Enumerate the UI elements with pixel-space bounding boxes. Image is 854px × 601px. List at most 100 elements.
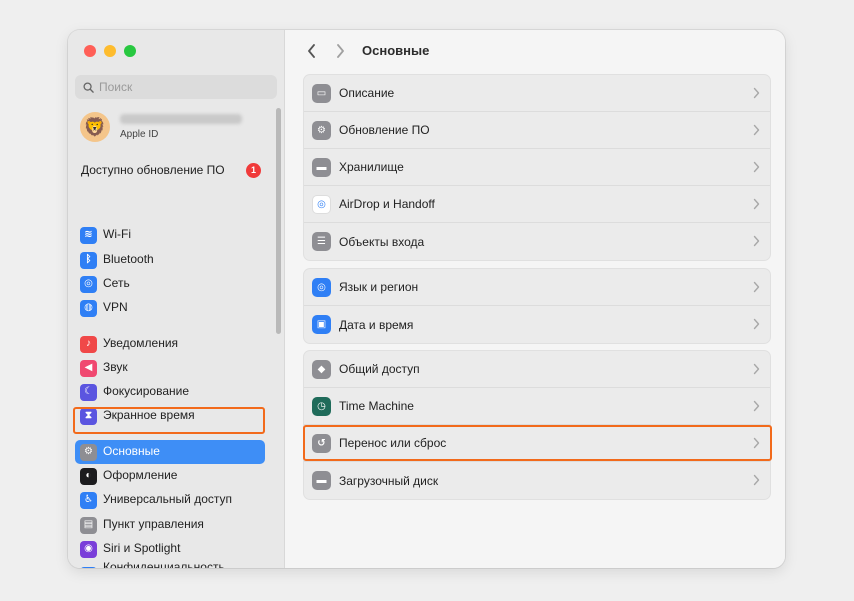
- settings-row-label: Язык и регион: [339, 280, 419, 294]
- sidebar-item-label: Фокусирование: [103, 384, 190, 399]
- close-button[interactable]: [84, 45, 96, 57]
- chevron-right-icon: [753, 281, 760, 293]
- settings-row-transfer-reset[interactable]: ↺ Перенос или сброс: [304, 425, 770, 462]
- minimize-button[interactable]: [104, 45, 116, 57]
- sidebar-item-control-center[interactable]: ▤ Пункт управления: [75, 513, 265, 537]
- settings-row-label: Time Machine: [339, 399, 414, 413]
- search-icon: [83, 81, 94, 93]
- sidebar-item-moon[interactable]: ☾ Фокусирование: [75, 380, 265, 404]
- login-items-icon: ☰: [312, 232, 331, 251]
- vpn-icon: ◍: [80, 299, 97, 317]
- settings-row-label: Объекты входа: [339, 234, 425, 249]
- appearance-icon: ◐: [80, 467, 97, 485]
- sidebar-item-bell[interactable]: ♪ Уведомления: [75, 332, 265, 356]
- control-center-icon: ▤: [80, 516, 97, 534]
- avatar: 🦁: [80, 112, 110, 142]
- page-title: Основные: [362, 43, 430, 58]
- sidebar: 🦁 Apple ID Доступно обновление ПО 1 ≋ Wi-…: [68, 30, 285, 568]
- settings-row-time-machine[interactable]: ◷ Time Machine: [304, 388, 770, 425]
- settings-row-sharing[interactable]: ◆ Общий доступ: [304, 351, 770, 388]
- settings-group-3: ◆ Общий доступ ◷ Time Machine ↺ Перенос или с…: [303, 350, 771, 500]
- settings-row-label: Общий доступ: [339, 362, 420, 376]
- laptop-icon: ▭: [312, 83, 331, 103]
- sidebar-item-label: Wi-Fi: [103, 227, 131, 242]
- moon-icon: ☾: [80, 383, 97, 401]
- update-badge: 1: [246, 162, 261, 178]
- traffic-lights: [84, 45, 136, 57]
- forward-button[interactable]: [333, 43, 347, 59]
- sidebar-item-label: Пункт управления: [103, 517, 204, 532]
- settings-row-calendar-clock[interactable]: ▣ Дата и время: [304, 306, 770, 343]
- speaker-icon: ◀: [80, 359, 97, 377]
- settings-row-label: Дата и время: [339, 317, 414, 332]
- sharing-icon: ◆: [312, 359, 331, 379]
- sidebar-item-appearance[interactable]: ◐ Оформление: [75, 464, 265, 488]
- chevron-right-icon: [753, 87, 760, 99]
- wifi-icon: ≋: [80, 226, 97, 244]
- back-button[interactable]: [304, 43, 318, 59]
- siri-icon: ◉: [80, 540, 97, 558]
- bell-icon: ♪: [80, 335, 97, 353]
- zoom-button[interactable]: [124, 45, 136, 57]
- hourglass-icon: ⧗: [80, 407, 97, 425]
- search-input[interactable]: [99, 80, 269, 94]
- globe-icon: ◎: [80, 275, 97, 293]
- profile-subtitle: Apple ID: [120, 129, 159, 140]
- settings-row-login-items[interactable]: ☰ Объекты входа: [304, 223, 770, 260]
- sidebar-item-globe[interactable]: ◎ Сеть: [75, 272, 265, 296]
- sidebar-item-label: Уведомления: [103, 336, 179, 351]
- sidebar-item-label: Универсальный доступ: [103, 492, 233, 507]
- settings-row-airdrop[interactable]: ◎ AirDrop и Handoff: [304, 186, 770, 223]
- chevron-right-icon: [753, 437, 760, 449]
- settings-row-laptop[interactable]: ▭ Описание: [304, 75, 770, 112]
- sidebar-item-label: Сеть: [103, 276, 130, 291]
- sidebar-item-accessibility[interactable]: ♿ Универсальный доступ: [75, 488, 265, 512]
- sidebar-item-speaker[interactable]: ◀ Звук: [75, 356, 265, 380]
- transfer-reset-icon: ↺: [312, 433, 331, 453]
- chevron-left-icon: [307, 44, 315, 58]
- sidebar-item-vpn[interactable]: ◍ VPN: [75, 296, 265, 320]
- gear-icon: ⚙: [80, 443, 97, 461]
- search-field[interactable]: [75, 75, 277, 99]
- sidebar-item-label: Bluetooth: [103, 252, 154, 267]
- chevron-right-icon: [753, 400, 760, 412]
- sidebar-scrollbar[interactable]: [276, 108, 281, 334]
- chevron-right-icon: [753, 474, 760, 486]
- chevron-right-icon: [753, 198, 760, 210]
- calendar-clock-icon: ▣: [312, 315, 331, 334]
- sidebar-item-bluetooth[interactable]: ᛒ Bluetooth: [75, 248, 265, 272]
- sidebar-item-label: Siri и Spotlight: [103, 541, 181, 556]
- settings-group-1: ▭ Описание ⚙ Обновление ПО ▬ Хранилище ◎ AirDro…: [303, 74, 771, 261]
- airdrop-icon: ◎: [312, 194, 331, 214]
- sidebar-item-label: Оформление: [103, 468, 178, 483]
- settings-row-storage[interactable]: ▬ Хранилище: [304, 149, 770, 186]
- sidebar-item-label: VPN: [103, 300, 128, 315]
- settings-window: 🦁 Apple ID Доступно обновление ПО 1 ≋ Wi-…: [68, 30, 785, 568]
- sidebar-item-gear[interactable]: ⚙ Основные: [75, 440, 265, 464]
- settings-row-language-globe[interactable]: ◎ Язык и регион: [304, 269, 770, 306]
- chevron-right-icon: [753, 235, 760, 247]
- chevron-right-icon: [753, 363, 760, 375]
- storage-icon: ▬: [312, 157, 331, 177]
- settings-row-label: Обновление ПО: [339, 123, 430, 137]
- settings-row-label: Загрузочный диск: [339, 473, 439, 488]
- update-label: Доступно обновление ПО: [81, 163, 225, 177]
- apple-id-profile[interactable]: 🦁 Apple ID: [80, 112, 242, 142]
- chevron-right-icon: [753, 124, 760, 136]
- sidebar-item-hand[interactable]: ✋ Конфиденциальность и безопасность: [75, 560, 265, 568]
- sidebar-item-hourglass[interactable]: ⧗ Экранное время: [75, 404, 265, 428]
- software-update-available[interactable]: Доступно обновление ПО 1: [81, 161, 261, 179]
- settings-row-software-update[interactable]: ⚙ Обновление ПО: [304, 112, 770, 149]
- software-update-icon: ⚙: [312, 120, 331, 140]
- settings-row-label: AirDrop и Handoff: [339, 197, 435, 211]
- language-globe-icon: ◎: [312, 277, 331, 297]
- profile-name-blurred: [120, 114, 242, 124]
- chevron-right-icon: [753, 318, 760, 330]
- main-pane: Основные ▭ Описание ⚙ Обновление ПО ▬ Хранили…: [286, 30, 785, 568]
- sidebar-item-siri[interactable]: ◉ Siri и Spotlight: [75, 537, 265, 561]
- settings-row-startup-disk[interactable]: ▬ Загрузочный диск: [304, 462, 770, 499]
- sidebar-item-label: Экранное время: [103, 408, 195, 423]
- sidebar-item-wifi[interactable]: ≋ Wi-Fi: [75, 223, 265, 247]
- sidebar-item-label: Звук: [103, 360, 128, 375]
- chevron-right-icon: [753, 161, 760, 173]
